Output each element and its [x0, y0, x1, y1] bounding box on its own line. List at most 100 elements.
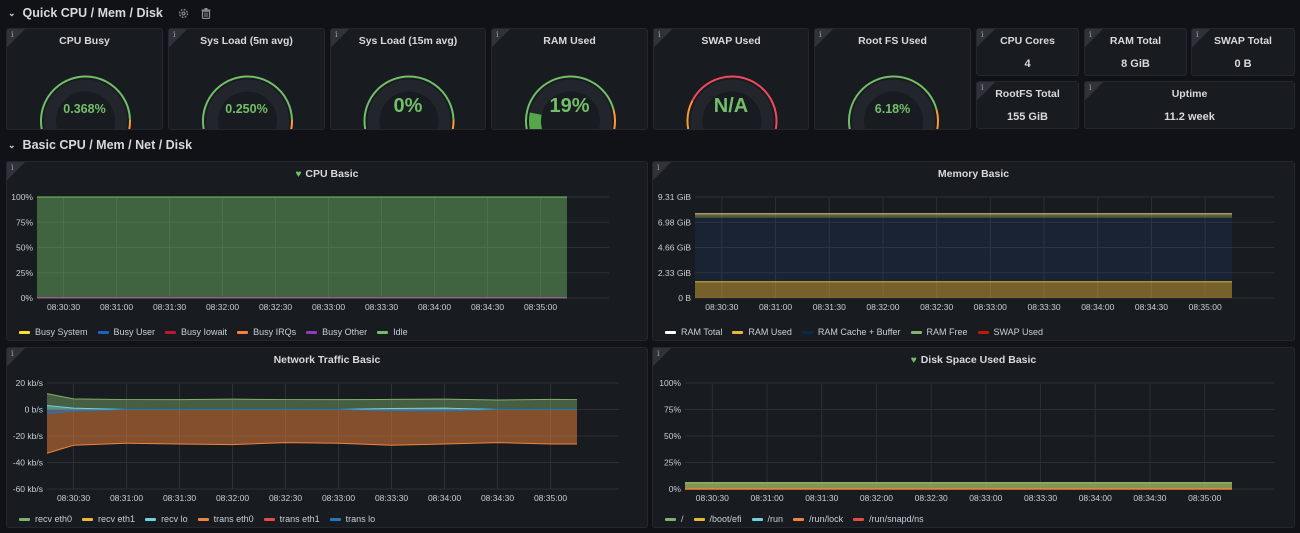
gauge-panel-sys-load-5m-avg[interactable]: i Sys Load (5m avg) 0.250% — [168, 28, 325, 130]
panel-memory-basic[interactable]: i Memory Basic 0 B 2.33 GiB 4.66 GiB 6.98 G… — [652, 161, 1295, 341]
legend-label: Busy Iowait — [181, 327, 228, 337]
gauge-panel-root-fs-used[interactable]: i Root FS Used 6.18% — [814, 28, 971, 130]
x-tick-label: 08:33:00 — [322, 493, 355, 503]
gauge-panel-ram-used[interactable]: i RAM Used 19% — [491, 28, 648, 130]
stat-panel-swap-total[interactable]: i SWAP Total 0 B — [1191, 28, 1295, 76]
legend-label: /run — [767, 514, 784, 524]
y-tick-label: 2.33 GiB — [658, 268, 691, 278]
legend-item-ram-used[interactable]: RAM Used — [732, 327, 792, 337]
gauge-panel-cpu-busy[interactable]: i CPU Busy 0.368% — [6, 28, 163, 130]
y-tick-label: 0% — [669, 484, 682, 494]
y-tick-label: 4.66 GiB — [658, 243, 691, 253]
legend-item-recv-eth1[interactable]: recv eth1 — [82, 514, 135, 524]
chart-plot[interactable]: 0% 25% 50% 75% 100% 08:30:30 08:31:00 08:31:30 0… — [7, 162, 648, 341]
gauge-panel-sys-load-15m-avg[interactable]: i Sys Load (15m avg) 0% — [330, 28, 486, 130]
legend-item-ram-cache-buffer[interactable]: RAM Cache + Buffer — [801, 327, 901, 337]
legend-item-busy-iowait[interactable]: Busy Iowait — [165, 327, 227, 337]
panel-cpu-basic[interactable]: i ♥ CPU Basic 0% 25% 50% 75% 100% 08:30:30 08:3… — [6, 161, 648, 341]
x-tick-label: 08:32:30 — [269, 493, 302, 503]
x-tick-label: 08:34:00 — [428, 493, 461, 503]
legend-item-busy-system[interactable]: Busy System — [19, 327, 88, 337]
stat-panel-rootfs-total[interactable]: i RootFS Total 155 GiB — [976, 81, 1079, 129]
legend-label: SWAP Used — [993, 327, 1044, 337]
legend-swatch — [665, 330, 676, 334]
series-area-root — [685, 482, 1232, 489]
legend-item-run-lock[interactable]: /run/lock — [793, 514, 843, 524]
x-tick-label: 08:34:00 — [1079, 493, 1112, 503]
x-tick-label: 08:30:30 — [705, 302, 738, 312]
gauge-value: 0% — [393, 95, 423, 117]
legend: Busy System Busy User Busy Iowait Busy IRQs… — [19, 327, 408, 337]
legend-item-swap-used[interactable]: SWAP Used — [977, 327, 1044, 337]
legend-swatch — [197, 517, 209, 521]
legend-swatch — [237, 330, 249, 334]
gear-icon[interactable] — [177, 6, 191, 20]
x-tick-label: 08:31:30 — [163, 493, 196, 503]
gauge-panel-swap-used[interactable]: i SWAP Used N/A — [653, 28, 809, 130]
x-tick-label: 08:33:30 — [1028, 302, 1061, 312]
gauge-value: 0.250% — [225, 102, 268, 116]
x-tick-label: 08:33:30 — [375, 493, 408, 503]
y-tick-label: 6.98 GiB — [658, 217, 691, 227]
legend-item-ram-free[interactable]: RAM Free — [910, 327, 968, 337]
legend-swatch — [693, 517, 705, 521]
stat-value: 4 — [1024, 58, 1031, 70]
panel-title: SWAP Total — [1214, 35, 1272, 47]
legend-swatch — [329, 517, 341, 521]
chart-plot[interactable]: -60 kb/s -40 kb/s -20 kb/s 0 b/s 20 kb/s 08:3… — [7, 348, 648, 528]
y-tick-label: 0 b/s — [25, 405, 43, 415]
chart-plot[interactable]: 0% 25% 50% 75% 100% 08:30:30 08:31:00 08:31:30 0… — [653, 348, 1295, 528]
legend-item-run-snapd-ns[interactable]: /run/snapd/ns — [853, 514, 924, 524]
y-tick-label: 100% — [659, 378, 681, 388]
legend-swatch — [306, 330, 318, 334]
x-tick-label: 08:34:30 — [481, 493, 514, 503]
legend-swatch — [145, 517, 157, 521]
trash-icon[interactable] — [199, 6, 213, 20]
chart-plot[interactable]: 0 B 2.33 GiB 4.66 GiB 6.98 GiB 9.31 GiB 08:30… — [653, 162, 1295, 341]
legend-label: Busy System — [35, 327, 88, 337]
legend-item-trans-eth1[interactable]: trans eth1 — [263, 514, 320, 524]
row-title[interactable]: Basic CPU / Mem / Net / Disk — [23, 138, 193, 152]
x-tick-label: 08:33:30 — [365, 302, 398, 312]
legend-item-recv-lo[interactable]: recv lo — [145, 514, 188, 524]
legend-label: recv lo — [161, 514, 188, 524]
row-header-quick[interactable]: ⌄ Quick CPU / Mem / Disk — [8, 3, 213, 23]
legend-label: trans lo — [345, 514, 376, 524]
panel-network-traffic-basic[interactable]: i Network Traffic Basic -60 kb/s -40 kb/s… — [6, 347, 648, 528]
legend-swatch — [165, 330, 177, 334]
chevron-down-icon[interactable]: ⌄ — [8, 8, 16, 19]
x-tick-label: 08:32:00 — [206, 302, 239, 312]
row-title[interactable]: Quick CPU / Mem / Disk — [23, 6, 163, 20]
legend-item-trans-lo[interactable]: trans lo — [329, 514, 376, 524]
y-tick-label: 25% — [664, 458, 681, 468]
x-tick-label: 08:30:30 — [57, 493, 90, 503]
stat-value: 0 B — [1234, 58, 1252, 70]
y-tick-label: 0% — [21, 293, 34, 303]
legend-item-recv-eth0[interactable]: recv eth0 — [19, 514, 72, 524]
legend-swatch — [97, 330, 109, 334]
gauge-value: 0.368% — [63, 102, 106, 116]
legend-item-trans-eth0[interactable]: trans eth0 — [197, 514, 254, 524]
legend-label: recv eth1 — [98, 514, 136, 524]
y-tick-label: -20 kb/s — [13, 431, 43, 441]
legend-item-ram-total[interactable]: RAM Total — [665, 327, 722, 337]
legend-item-root[interactable]: / — [665, 514, 684, 524]
stat-panel-uptime[interactable]: i Uptime 11.2 week — [1084, 81, 1295, 129]
legend-item-busy-irqs[interactable]: Busy IRQs — [237, 327, 296, 337]
legend-item-idle[interactable]: Idle — [377, 327, 408, 337]
x-tick-label: 08:32:00 — [866, 302, 899, 312]
legend-item-boot-efi[interactable]: /boot/efi — [693, 514, 742, 524]
legend-item-busy-user[interactable]: Busy User — [97, 327, 155, 337]
legend-item-busy-other[interactable]: Busy Other — [306, 327, 367, 337]
panel-title: CPU Cores — [1000, 35, 1055, 47]
chevron-down-icon[interactable]: ⌄ — [8, 140, 16, 151]
stat-value: 8 GiB — [1121, 58, 1150, 70]
x-tick-label: 08:35:00 — [534, 493, 567, 503]
x-tick-label: 08:32:00 — [860, 493, 893, 503]
stat-panel-cpu-cores[interactable]: i CPU Cores 4 — [976, 28, 1079, 76]
stat-panel-ram-total[interactable]: i RAM Total 8 GiB — [1084, 28, 1187, 76]
row-header-basic[interactable]: ⌄ Basic CPU / Mem / Net / Disk — [8, 135, 192, 155]
legend-label: RAM Used — [748, 327, 792, 337]
legend-item-run[interactable]: /run — [751, 514, 784, 524]
panel-disk-space-used-basic[interactable]: i ♥ Disk Space Used Basic 0% 25% 50% 75% 100%… — [652, 347, 1295, 528]
